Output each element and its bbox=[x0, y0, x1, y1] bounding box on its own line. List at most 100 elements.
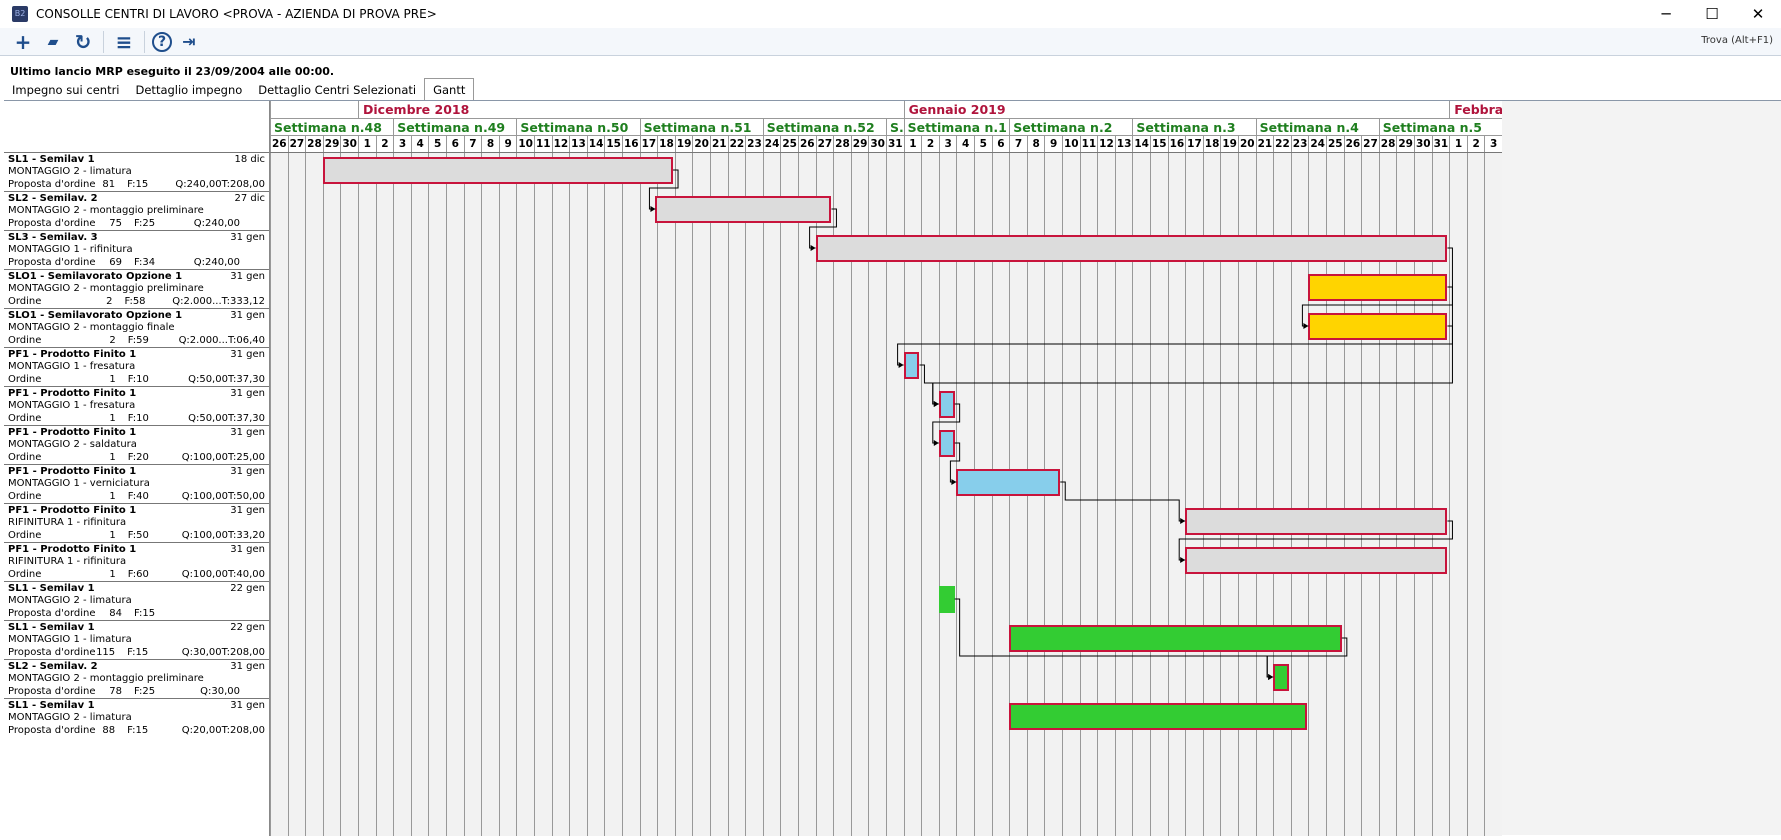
row-title-line: SLO1 - Semilavorato Opzione 1 31 gen bbox=[8, 271, 265, 283]
row-date: 31 gen bbox=[230, 700, 265, 711]
list-item[interactable]: SL1 - Semilav 1 22 gen MONTAGGIO 2 - limat… bbox=[4, 581, 269, 620]
row-detail-line: Ordine 1 F:40 Q:100,00 T:50,00 bbox=[8, 491, 265, 503]
help-icon[interactable]: ? bbox=[152, 31, 172, 52]
row-number: 1 bbox=[109, 451, 116, 463]
list-item[interactable]: SL2 - Semilav. 2 27 dic MONTAGGIO 2 - mont… bbox=[4, 191, 269, 230]
row-type: Proposta d'ordine bbox=[8, 217, 96, 229]
list-item[interactable]: SLO1 - Semilavorato Opzione 1 31 gen MONTA… bbox=[4, 308, 269, 347]
list-item[interactable]: PF1 - Prodotto Finito 1 31 gen MONTAGGIO 1… bbox=[4, 464, 269, 503]
dependency-link bbox=[1178, 520, 1453, 561]
row-f: F:50 bbox=[127, 529, 149, 541]
list-item[interactable]: SLO1 - Semilavorato Opzione 1 31 gen MONTA… bbox=[4, 269, 269, 308]
row-f: F:15 bbox=[127, 178, 149, 190]
row-date: 31 gen bbox=[230, 661, 265, 672]
row-operation: MONTAGGIO 2 - montaggio preliminare bbox=[8, 283, 204, 295]
row-operation: MONTAGGIO 1 - rifinitura bbox=[8, 244, 133, 256]
separator bbox=[144, 30, 145, 53]
menu-icon[interactable]: ≡ bbox=[111, 30, 137, 54]
row-t: T:37,30 bbox=[227, 373, 265, 385]
row-number: 115 bbox=[96, 646, 116, 658]
row-type: Proposta d'ordine bbox=[8, 256, 96, 268]
row-operation: MONTAGGIO 2 - limatura bbox=[8, 712, 132, 724]
row-type: Ordine bbox=[8, 295, 42, 307]
list-item[interactable]: SL1 - Semilav 1 18 dic MONTAGGIO 2 - limat… bbox=[4, 152, 269, 191]
dependency-link bbox=[932, 403, 961, 444]
row-operation: MONTAGGIO 2 - limatura bbox=[8, 166, 132, 178]
row-title-line: SL1 - Semilav 1 31 gen bbox=[8, 700, 265, 712]
exit-icon[interactable]: ⇥ bbox=[176, 32, 202, 51]
row-date: 31 gen bbox=[230, 310, 265, 321]
list-item[interactable]: PF1 - Prodotto Finito 1 31 gen RIFINITURA … bbox=[4, 542, 269, 581]
find-field[interactable]: Trova (Alt+F1) bbox=[1701, 35, 1773, 46]
row-list: SL1 - Semilav 1 18 dic MONTAGGIO 2 - limat… bbox=[4, 101, 270, 836]
row-title: SLO1 - Semilavorato Opzione 1 bbox=[8, 271, 183, 282]
row-title: SL1 - Semilav 1 bbox=[8, 583, 95, 594]
row-title: PF1 - Prodotto Finito 1 bbox=[8, 466, 137, 477]
row-q: Q:2.000... bbox=[172, 295, 222, 307]
add-icon[interactable]: + bbox=[10, 30, 36, 54]
row-q: Q:240,00 bbox=[193, 217, 240, 229]
toolbar: + ▰ ↻ ≡ ? ⇥ bbox=[0, 28, 1781, 56]
row-q: Q:50,00 bbox=[188, 412, 228, 424]
row-type: Proposta d'ordine bbox=[8, 646, 96, 658]
row-number: 2 bbox=[106, 295, 113, 307]
row-operation: MONTAGGIO 1 - fresatura bbox=[8, 361, 136, 373]
row-detail-line: Ordine 2 F:59 Q:2.000... T:06,40 bbox=[8, 335, 265, 347]
row-number: 81 bbox=[102, 178, 116, 190]
row-q: Q:50,00 bbox=[188, 373, 228, 385]
row-detail-line: Proposta d'ordine 84 F:15 bbox=[8, 608, 265, 620]
row-date: 31 gen bbox=[230, 271, 265, 282]
row-f: F:15 bbox=[127, 724, 149, 736]
row-f: F:60 bbox=[127, 568, 149, 580]
link-arrowhead-icon bbox=[1268, 674, 1274, 680]
row-date: 27 dic bbox=[234, 193, 265, 204]
row-title: PF1 - Prodotto Finito 1 bbox=[8, 349, 137, 360]
row-t: T:06,40 bbox=[227, 334, 265, 346]
row-q: Q:100,00 bbox=[181, 568, 228, 580]
tab-dettaglio-centri[interactable]: Dettaglio Centri Selezionati bbox=[250, 80, 424, 100]
list-item[interactable]: PF1 - Prodotto Finito 1 31 gen MONTAGGIO 1… bbox=[4, 386, 269, 425]
link-arrowhead-icon bbox=[1180, 557, 1186, 563]
row-detail-line: Proposta d'ordine 78 F:25 Q:30,00 bbox=[8, 686, 265, 698]
row-title-line: PF1 - Prodotto Finito 1 31 gen bbox=[8, 349, 265, 361]
row-t: T:208,00 bbox=[221, 178, 265, 190]
row-operation: MONTAGGIO 2 - montaggio preliminare bbox=[8, 673, 204, 685]
list-item[interactable]: SL1 - Semilav 1 22 gen MONTAGGIO 1 - limat… bbox=[4, 620, 269, 659]
row-f: F:25 bbox=[134, 217, 156, 229]
maximize-button[interactable]: ☐ bbox=[1689, 0, 1735, 28]
gantt-chart: Dicembre 2018Gennaio 2019FebbraiSettiman… bbox=[270, 101, 1502, 836]
refresh-icon[interactable]: ↻ bbox=[70, 30, 96, 54]
row-detail-line: Proposta d'ordine 81 F:15 Q:240,00 T:208,00 bbox=[8, 179, 265, 191]
row-q: Q:20,00 bbox=[181, 724, 222, 736]
row-title: PF1 - Prodotto Finito 1 bbox=[8, 505, 137, 516]
row-t bbox=[240, 218, 265, 230]
row-q: Q:100,00 bbox=[181, 451, 228, 463]
row-detail-line: Proposta d'ordine 115 F:15 Q:30,00 T:208,00 bbox=[8, 647, 265, 659]
row-type: Proposta d'ordine bbox=[8, 178, 96, 190]
close-button[interactable]: ✕ bbox=[1735, 0, 1781, 28]
row-date: 31 gen bbox=[230, 466, 265, 477]
row-operation: MONTAGGIO 2 - montaggio finale bbox=[8, 322, 175, 334]
row-title: SL1 - Semilav 1 bbox=[8, 622, 95, 633]
row-title: SL1 - Semilav 1 bbox=[8, 700, 95, 711]
row-title: SL2 - Semilav. 2 bbox=[8, 661, 98, 672]
list-item[interactable]: PF1 - Prodotto Finito 1 31 gen MONTAGGIO 1… bbox=[4, 347, 269, 386]
row-title-line: SL1 - Semilav 1 18 dic bbox=[8, 154, 265, 166]
tab-dettaglio-impegno[interactable]: Dettaglio impegno bbox=[128, 80, 251, 100]
row-q: Q:30,00 bbox=[181, 646, 222, 658]
list-item[interactable]: SL2 - Semilav. 2 31 gen MONTAGGIO 2 - mont… bbox=[4, 659, 269, 698]
tab-gantt[interactable]: Gantt bbox=[424, 78, 475, 100]
open-folder-icon[interactable]: ▰ bbox=[40, 34, 66, 50]
list-item[interactable]: SL3 - Semilav. 3 31 gen MONTAGGIO 1 - rifi… bbox=[4, 230, 269, 269]
row-title-line: PF1 - Prodotto Finito 1 31 gen bbox=[8, 466, 265, 478]
row-f: F:25 bbox=[134, 685, 156, 697]
row-operation: MONTAGGIO 1 - verniciatura bbox=[8, 478, 150, 490]
list-item[interactable]: PF1 - Prodotto Finito 1 31 gen RIFINITURA … bbox=[4, 503, 269, 542]
tab-impegno-centri[interactable]: Impegno sui centri bbox=[4, 80, 128, 100]
row-title-line: PF1 - Prodotto Finito 1 31 gen bbox=[8, 427, 265, 439]
title-bar: B2 CONSOLLE CENTRI DI LAVORO <PROVA - AZ… bbox=[0, 0, 1781, 28]
row-type: Ordine bbox=[8, 490, 42, 502]
list-item[interactable]: PF1 - Prodotto Finito 1 31 gen MONTAGGIO 2… bbox=[4, 425, 269, 464]
list-item[interactable]: SL1 - Semilav 1 31 gen MONTAGGIO 2 - limat… bbox=[4, 698, 269, 737]
minimize-button[interactable]: ─ bbox=[1643, 0, 1689, 28]
